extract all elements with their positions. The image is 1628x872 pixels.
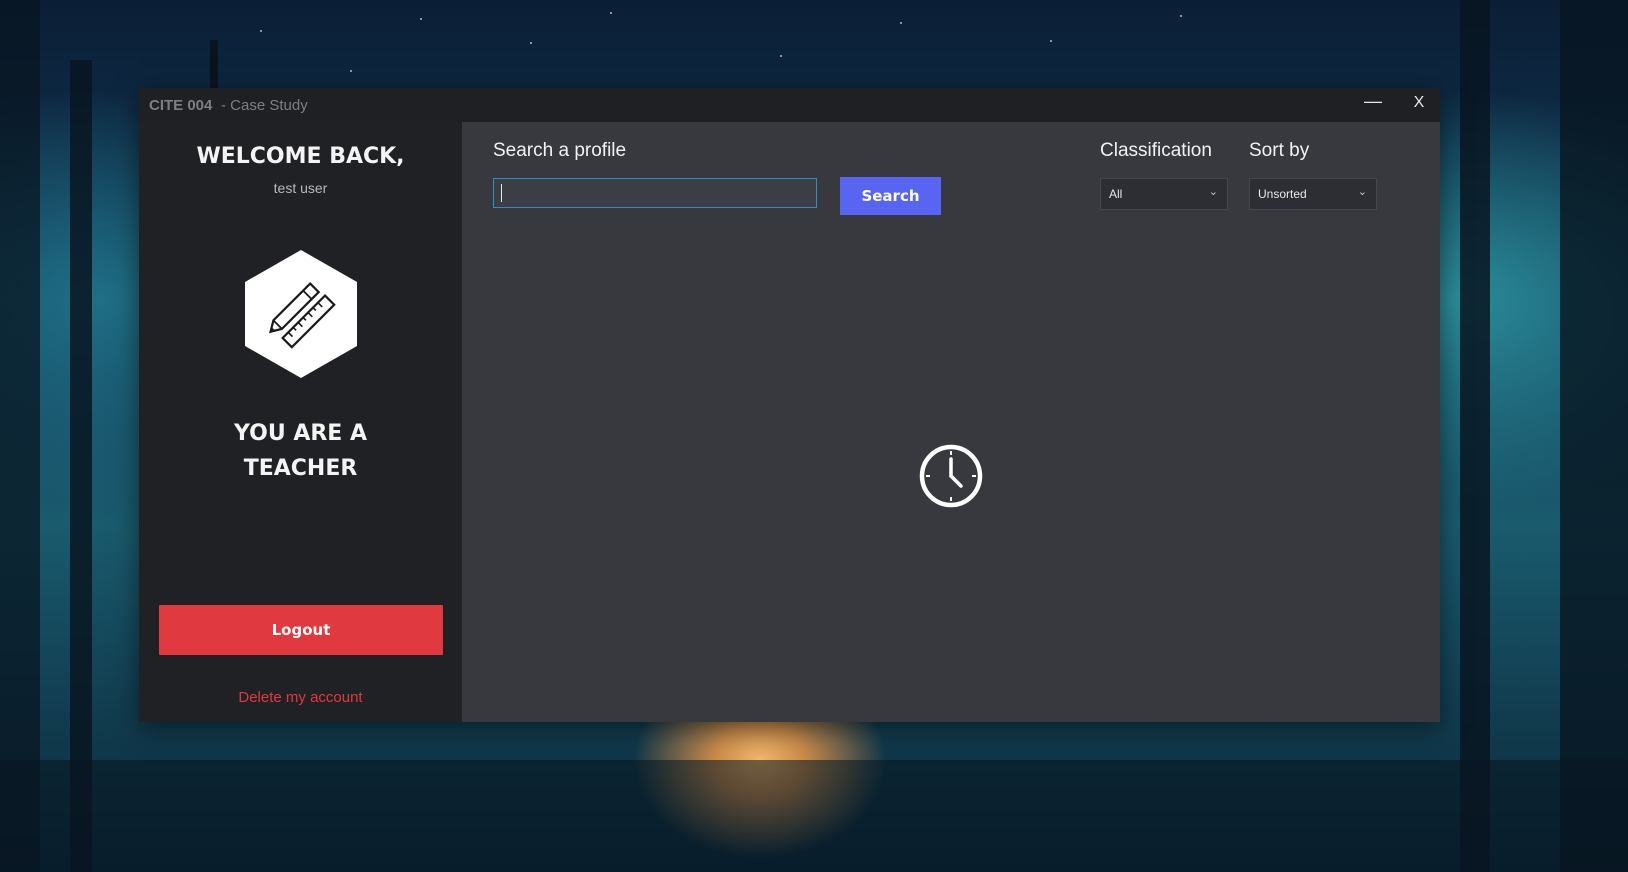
role-label: YOU ARE A TEACHER — [139, 416, 462, 486]
app-window: CITE 004 - Case Study — X WELCOME BACK, … — [139, 88, 1440, 722]
role-line-2: TEACHER — [243, 456, 358, 481]
pencil-ruler-icon — [245, 250, 357, 378]
classification-label: Classification — [1100, 140, 1212, 161]
classification-value: All — [1109, 187, 1123, 201]
clock-icon — [917, 442, 985, 510]
main-panel: Search a profile Search Classification A… — [462, 122, 1440, 722]
username-label: test user — [273, 180, 328, 196]
sidebar: WELCOME BACK, test user YOU ARE A TEACHE… — [139, 122, 462, 722]
text-cursor — [501, 184, 502, 202]
role-line-1: YOU ARE A — [233, 421, 368, 446]
sort-label: Sort by — [1249, 140, 1310, 161]
delete-account-link[interactable]: Delete my account — [139, 689, 462, 706]
sort-select[interactable]: Unsorted ⌄ — [1249, 178, 1377, 210]
title-bar[interactable]: CITE 004 - Case Study — X — [139, 88, 1440, 122]
minimize-button[interactable]: — — [1361, 91, 1385, 115]
search-label: Search a profile — [493, 140, 627, 161]
window-subtitle: - Case Study — [221, 97, 308, 114]
app-name: CITE 004 — [149, 97, 213, 114]
chevron-down-icon: ⌄ — [1208, 186, 1218, 198]
welcome-heading: WELCOME BACK, — [196, 144, 405, 169]
close-button[interactable]: X — [1407, 94, 1431, 116]
chevron-down-icon: ⌄ — [1357, 186, 1367, 198]
classification-select[interactable]: All ⌄ — [1100, 178, 1228, 210]
logout-button[interactable]: Logout — [159, 605, 443, 655]
sort-value: Unsorted — [1258, 187, 1307, 201]
search-input[interactable] — [493, 178, 817, 208]
search-button[interactable]: Search — [840, 177, 941, 215]
